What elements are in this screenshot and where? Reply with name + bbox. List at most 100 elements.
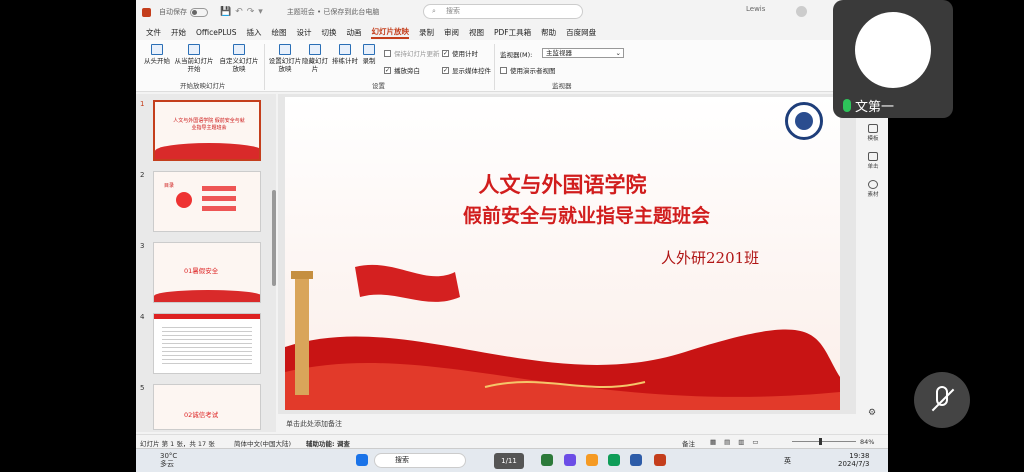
bar-decoration <box>202 196 236 201</box>
assets-button[interactable]: 素材 <box>864 180 882 198</box>
folder-icon[interactable] <box>586 454 598 466</box>
search-box[interactable]: ⌕ 搜索 <box>423 4 583 19</box>
zoom-slider[interactable] <box>792 441 856 442</box>
zoom-slider-knob[interactable] <box>819 438 822 445</box>
browser-icon[interactable] <box>608 454 620 466</box>
thumbnail-image[interactable]: 02诚信考试 <box>153 384 261 430</box>
clock-date: 2024/7/3 <box>838 460 870 468</box>
presenter-view-checkbox[interactable]: 使用演示者视图 <box>500 65 556 75</box>
menu-item-13[interactable]: 帮助 <box>541 27 556 38</box>
from-current-button[interactable]: 从当前幻灯片开始 <box>172 44 216 73</box>
rehearse-label: 排练计时 <box>332 57 358 65</box>
autosave-toggle[interactable] <box>190 7 208 17</box>
app-icon[interactable] <box>541 454 553 466</box>
thumbnail-item[interactable]: 5 02诚信考试 <box>140 384 270 430</box>
menu-item-7[interactable]: 动画 <box>346 27 361 38</box>
powerpoint-taskbar-icon[interactable] <box>654 454 666 466</box>
slide-title: 人文与外国语学院 <box>478 172 647 197</box>
hide-slide-button[interactable]: 隐藏幻灯片 <box>302 44 328 73</box>
from-beginning-label: 从头开始 <box>144 57 170 65</box>
notes-area[interactable]: 单击此处添加备注 <box>278 416 856 432</box>
thumbnail-item[interactable]: 2 目录 <box>140 171 270 237</box>
ime-language[interactable]: 英 <box>784 456 791 466</box>
circle-decoration <box>176 192 192 208</box>
menu-item-5[interactable]: 设计 <box>296 27 311 38</box>
menu-item-0[interactable]: 文件 <box>146 27 161 38</box>
clock[interactable]: 19:38 2024/7/3 <box>838 452 869 468</box>
record-label: 录制 <box>362 57 376 65</box>
monitor-select[interactable]: 主监视器 ⌄ <box>542 48 624 58</box>
menu-item-8[interactable]: 幻灯片放映 <box>371 26 409 39</box>
document-title: 主题班会 • 已保存到此台电脑 <box>286 8 380 16</box>
university-logo <box>785 102 823 140</box>
custom-show-icon <box>233 44 245 55</box>
play-narration-label: 播放旁白 <box>394 67 420 75</box>
menu-item-9[interactable]: 录制 <box>419 27 434 38</box>
custom-show-label: 自定义幻灯片放映 <box>219 57 259 73</box>
rehearse-timings-button[interactable]: 排练计时 <box>330 44 360 65</box>
thumbnail-item[interactable]: 3 01暑假安全 <box>140 242 270 308</box>
powerpoint-logo-icon <box>142 7 151 17</box>
keep-updated-checkbox[interactable]: 保持幻灯片更新 <box>384 48 440 58</box>
slide-class-label: 人外研2201班 <box>661 249 760 267</box>
menu-item-10[interactable]: 审阅 <box>444 27 459 38</box>
windows-start-icon[interactable] <box>356 454 368 466</box>
play-current-icon <box>188 44 200 55</box>
menu-item-6[interactable]: 切换 <box>321 27 336 38</box>
setup-icon <box>279 44 291 55</box>
custom-show-button[interactable]: 自定义幻灯片放映 <box>218 44 260 73</box>
user-name[interactable]: Lewis <box>746 5 765 13</box>
menu-item-4[interactable]: 绘图 <box>271 27 286 38</box>
current-slide[interactable]: 人文与外国语学院 假前安全与就业指导主题班会 人外研2201班 <box>285 97 840 410</box>
accessibility-status[interactable]: 辅助功能: 调查 <box>306 438 350 448</box>
mic-muted-button[interactable] <box>914 372 970 428</box>
thumbnail-scrollbar[interactable] <box>272 190 276 286</box>
thumbnail-item[interactable]: 4 <box>140 313 270 379</box>
language-status[interactable]: 简体中文(中国大陆) <box>234 438 291 448</box>
app-icon[interactable] <box>564 454 576 466</box>
template-button[interactable]: 模板 <box>864 124 882 142</box>
right-side-panel: 模板 单击 素材 ⚙ <box>858 94 888 432</box>
menu-item-2[interactable]: OfficePLUS <box>196 28 236 37</box>
show-media-controls-checkbox[interactable]: ✓ 显示媒体控件 <box>442 65 491 75</box>
single-button[interactable]: 单击 <box>864 152 882 170</box>
menu-item-12[interactable]: PDF工具箱 <box>494 27 531 38</box>
participant-name-tag: 文第一 <box>843 96 894 115</box>
quick-access-icons[interactable]: 💾↶↷▾ <box>220 7 267 17</box>
thumbnail-image[interactable] <box>153 313 261 374</box>
weather-widget[interactable]: 30°C 多云 <box>160 452 177 468</box>
thumbnail-item[interactable]: 1 人文与外国语学院 假前安全与就业指导主题班会 <box>140 100 270 166</box>
play-narration-checkbox[interactable]: ✓ 播放旁白 <box>384 65 420 75</box>
from-current-label: 从当前幻灯片开始 <box>174 57 214 73</box>
view-buttons[interactable]: ▦▤▥▭ <box>710 438 767 446</box>
grid-icon <box>868 152 878 161</box>
page-counter[interactable]: 1/11 <box>494 453 524 469</box>
single-label: 单击 <box>867 164 879 170</box>
menu-item-11[interactable]: 视图 <box>469 27 484 38</box>
menu-item-3[interactable]: 插入 <box>246 27 261 38</box>
mic-active-icon <box>843 99 851 112</box>
avatar[interactable] <box>796 6 807 17</box>
group-start-label: 开始放映幻灯片 <box>180 82 226 90</box>
weather-desc: 多云 <box>160 460 174 468</box>
menu-item-14[interactable]: 百度网盘 <box>566 27 596 38</box>
zoom-level[interactable]: 84% <box>860 438 874 446</box>
record-button[interactable]: 录制 <box>358 44 380 65</box>
thumbnail-text: 01暑假安全 <box>184 267 219 275</box>
thumbnail-image[interactable]: 目录 <box>153 171 261 232</box>
gear-icon[interactable]: ⚙ <box>868 408 876 418</box>
ribbon-separator <box>494 44 495 90</box>
thumbnail-image[interactable]: 01暑假安全 <box>153 242 261 303</box>
thumbnail-number: 1 <box>140 100 145 108</box>
setup-show-button[interactable]: 设置幻灯片放映 <box>266 44 304 73</box>
menu-item-1[interactable]: 开始 <box>171 27 186 38</box>
video-call-tile[interactable]: 文第一 <box>833 0 953 118</box>
use-timings-checkbox[interactable]: ✓ 使用计时 <box>442 48 478 58</box>
thumbnail-image[interactable]: 人文与外国语学院 假前安全与就业指导主题班会 <box>153 100 261 161</box>
from-beginning-button[interactable]: 从头开始 <box>142 44 172 65</box>
thumbnail-text: 人文与外国语学院 假前安全与就业指导主题班会 <box>173 118 245 131</box>
taskbar-search[interactable]: 搜索 <box>374 453 466 468</box>
presenter-view-label: 使用演示者视图 <box>510 67 556 75</box>
notes-button[interactable]: 备注 <box>682 438 695 448</box>
app-icon[interactable] <box>630 454 642 466</box>
